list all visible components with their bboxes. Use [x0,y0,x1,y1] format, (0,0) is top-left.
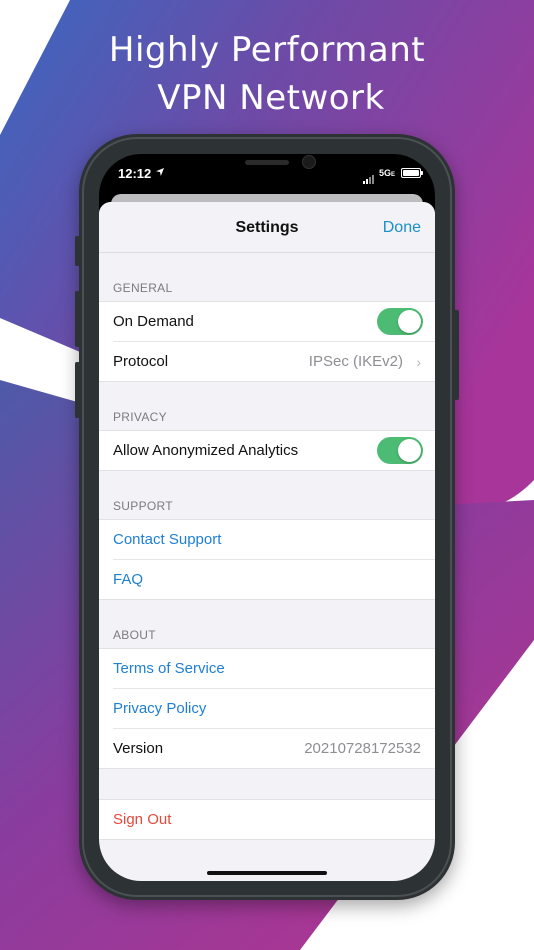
on-demand-toggle[interactable] [377,308,423,335]
analytics-toggle[interactable] [377,437,423,464]
section-header-general: GENERAL [113,281,173,295]
privacy-policy-link[interactable]: Privacy Policy [113,700,206,717]
location-arrow-icon [156,168,164,176]
on-demand-label: On Demand [113,313,194,330]
group-about: Terms of Service Privacy Policy Version … [99,648,435,769]
privacy-policy-row[interactable]: Privacy Policy [113,689,435,729]
section-header-privacy: PRIVACY [113,410,167,424]
notch [172,154,362,182]
nav-bar: Settings Done [99,202,435,253]
phone-screen: 12:12 5GE Settings Done GENERAL On Deman… [99,154,435,881]
protocol-value: IPSec (IKEv2) [308,353,403,370]
faq-link[interactable]: FAQ [113,571,143,588]
section-header-about: ABOUT [113,628,156,642]
battery-icon [401,168,423,178]
protocol-row[interactable]: Protocol IPSec (IKEv2) › [113,342,435,381]
headline-line-2: VPN Network [157,78,385,118]
done-button[interactable]: Done [383,219,421,237]
front-camera [302,155,316,169]
terms-link[interactable]: Terms of Service [113,660,225,677]
signal-bars-icon [363,169,375,184]
settings-sheet: Settings Done GENERAL On Demand Protocol… [99,202,435,881]
chevron-right-icon: › [416,354,421,370]
phone-volume-down [75,362,80,418]
protocol-label: Protocol [113,353,169,370]
sign-out-button[interactable]: Sign Out [113,811,171,828]
sign-out-row[interactable]: Sign Out [113,800,435,839]
phone-mute-switch [75,236,80,266]
analytics-label: Allow Anonymized Analytics [113,442,299,459]
network-suffix: E [391,172,396,178]
faq-row[interactable]: FAQ [113,560,435,599]
earpiece-speaker [245,160,289,165]
group-privacy: Allow Anonymized Analytics [99,430,435,471]
group-general: On Demand Protocol IPSec (IKEv2) › [99,301,435,382]
network-label: 5G [379,168,392,178]
contact-support-link[interactable]: Contact Support [113,531,221,548]
status-time: 12:12 [118,166,152,181]
home-indicator[interactable] [207,871,327,875]
headline-line-1: Highly Performant [108,30,426,70]
promo-headline: Highly Performant VPN Network [0,26,534,122]
version-row: Version 20210728172532 [113,729,435,768]
phone-volume-up [75,291,80,347]
contact-support-row[interactable]: Contact Support [113,520,435,560]
version-label: Version [113,740,164,757]
section-header-support: SUPPORT [113,499,173,513]
analytics-row: Allow Anonymized Analytics [113,431,435,470]
group-support: Contact Support FAQ [99,519,435,600]
version-value: 20210728172532 [304,740,421,757]
on-demand-row: On Demand [113,302,435,342]
terms-row[interactable]: Terms of Service [113,649,435,689]
phone-power-button [454,310,459,400]
network-type: 5GE [379,168,395,178]
group-account: Sign Out [99,799,435,840]
